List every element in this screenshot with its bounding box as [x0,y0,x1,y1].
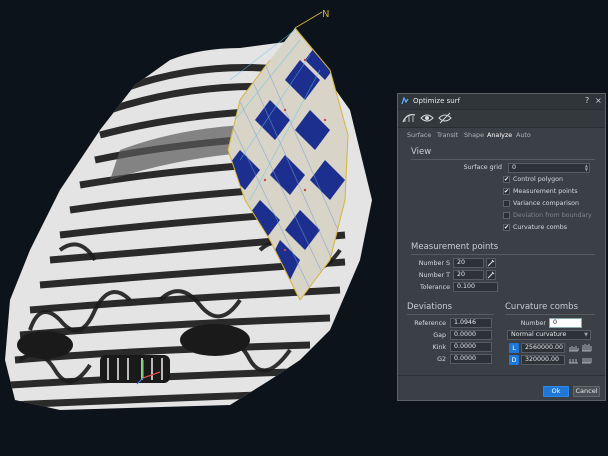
eye-hidden-icon[interactable] [438,112,452,124]
tab-analyze[interactable]: Analyze [487,131,512,139]
dialog-footer-divider [398,375,605,376]
checkbox-box [503,200,510,207]
gap-value: 0.0000 [450,330,492,340]
north-indicator: N [322,9,329,20]
eye-icon[interactable] [420,112,434,124]
checkbox-box: ✔ [503,224,510,231]
density-decrease-icon[interactable] [568,356,579,364]
comb-increase-icon[interactable] [581,344,592,352]
g2-value: 0.0000 [450,354,492,364]
gap-label: Gap [433,332,446,339]
surface-grid-spinner[interactable]: ▲ ▼ [585,164,588,172]
dialog-toolbar [398,110,605,128]
comb-decrease-icon[interactable] [568,344,579,352]
surface-grid-label: Surface grid [463,164,502,171]
cancel-button[interactable]: Cancel [573,386,600,397]
surface-grid-input[interactable]: 0 ▲ ▼ [508,163,590,173]
density-increase-icon[interactable] [581,356,592,364]
curvature-combs-title: Curvature combs [505,302,578,312]
ok-button[interactable]: Ok [543,386,569,397]
comb-length-input[interactable]: 2560000.00 [521,343,565,353]
comb-density-input[interactable]: 320000.00 [521,355,565,365]
pick-number-t-icon[interactable] [486,270,496,280]
comb-number-input[interactable]: 0 [549,318,582,328]
view-section-title: View [411,147,432,157]
comb-length-badge: L [509,343,519,353]
kink-label: Kink [432,344,446,351]
number-t-label: Number T [418,272,450,279]
surface-tool-icon[interactable] [402,112,416,124]
dialog-titlebar[interactable]: Optimize surf ? × [398,94,605,110]
measurement-separator [411,254,595,255]
close-button[interactable]: × [595,96,602,105]
deviations-title: Deviations [407,302,453,312]
view-separator [411,159,595,160]
curvature-separator [505,314,595,315]
number-s-input[interactable]: 20 [453,258,484,268]
reference-value: 1.0946 [450,318,492,328]
reference-label: Reference [414,320,446,327]
tolerance-label: Tolerance [419,284,450,291]
app-icon [401,96,409,105]
measurement-points-title: Measurement points [411,242,499,252]
number-t-input[interactable]: 20 [453,270,484,280]
number-s-label: Number S [418,260,450,267]
kink-value: 0.0000 [450,342,492,352]
chevron-down-icon: ▼ [584,332,588,338]
tab-auto[interactable]: Auto [516,131,531,139]
comb-number-label: Number [520,320,546,327]
optimize-surf-dialog: Optimize surf ? × Surface Transit Shape … [397,93,606,401]
tolerance-input[interactable]: 0.100 [453,282,498,292]
checkbox-box: ✔ [503,176,510,183]
pick-number-s-icon[interactable] [486,258,496,268]
checkbox-box [503,212,510,219]
curvature-type-select[interactable]: Normal curvature ▼ [507,330,591,340]
deviations-separator [407,314,494,315]
dialog-title: Optimize surf [413,97,461,105]
help-button[interactable]: ? [585,96,589,105]
g2-label: G2 [437,356,446,363]
tab-surface[interactable]: Surface [407,131,431,139]
tab-transit[interactable]: Transit [437,131,458,139]
checkbox-box: ✔ [503,188,510,195]
comb-density-badge: D [509,355,519,365]
tab-shape[interactable]: Shape [464,131,484,139]
